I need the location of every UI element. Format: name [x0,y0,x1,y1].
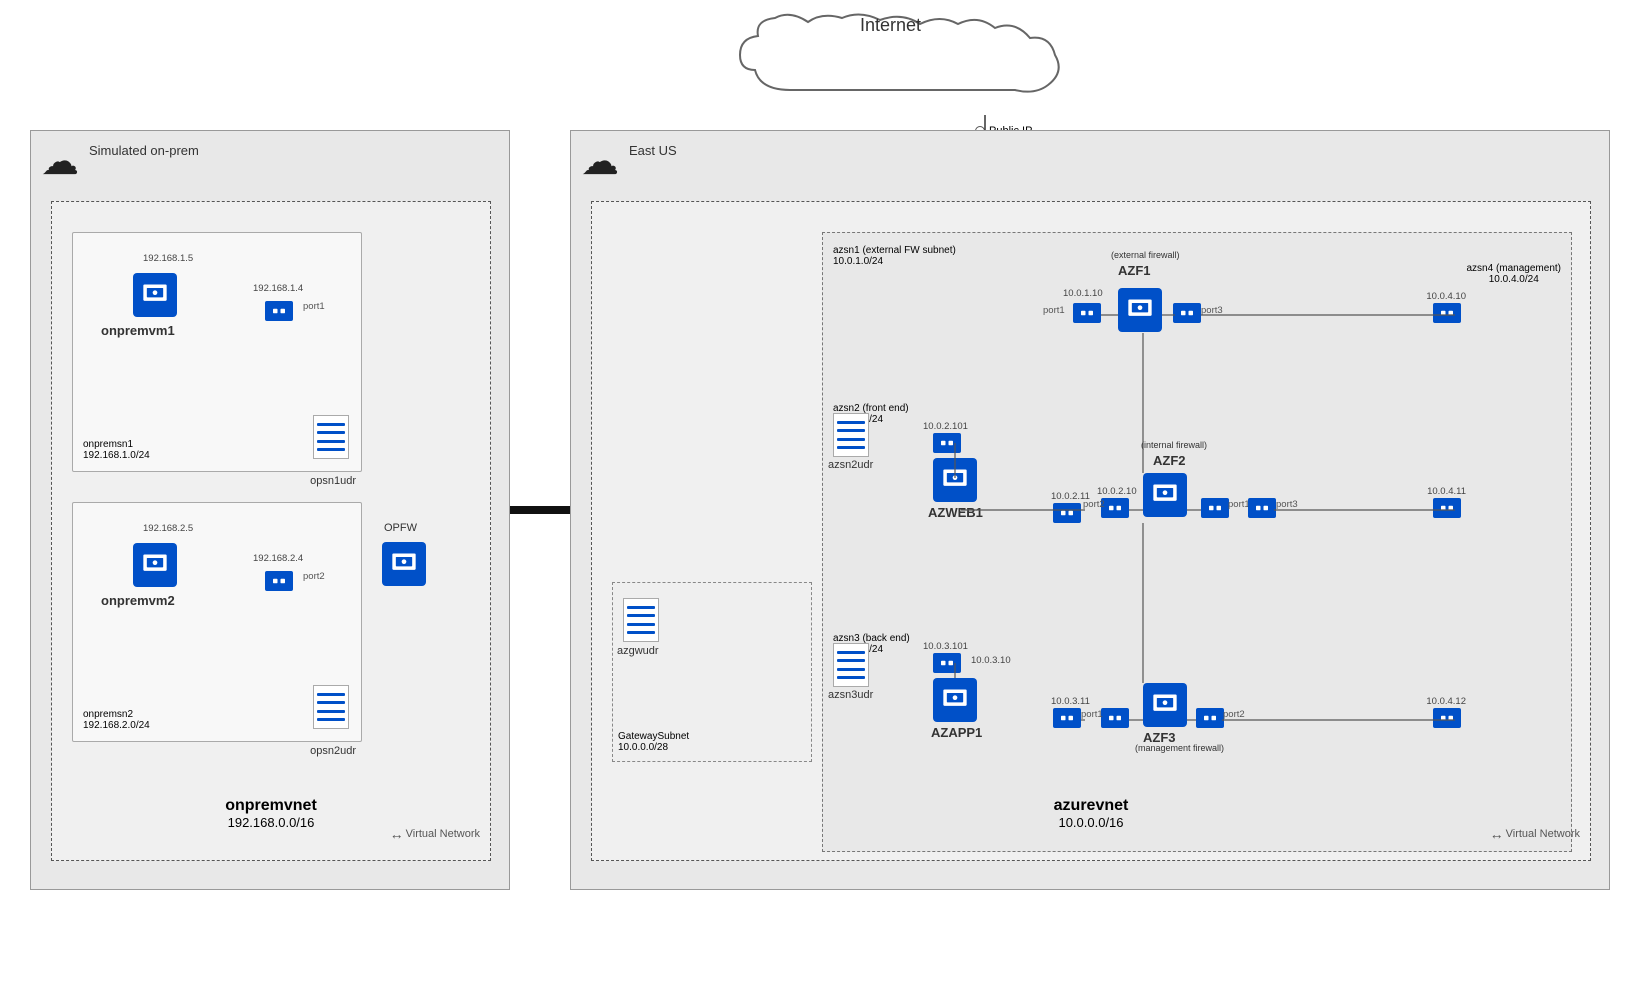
azsn3udr-label: azsn3udr [828,689,873,701]
onprem-vnet-label: onpremvnet 192.168.0.0/16 [225,797,317,830]
onprem-vnet-cidr: 192.168.0.0/16 [225,815,317,830]
azure-vnet-tag: ↔ Virtual Network [1490,826,1580,842]
onprem-port1-label: port1 [303,301,325,312]
azf2-nic-right [1433,498,1461,518]
region-azure: ☁ East US azgwudr GatewaySubnet [570,130,1610,890]
internet-section: Internet Public IP [720,10,1120,113]
azf1-nic-right [1433,303,1461,323]
azweb1-nic-lower [1053,503,1081,523]
azure-cloud-icon: ☁ [581,139,619,184]
azf2-port2-label: port2 [1083,499,1105,510]
opfw-vm-icon[interactable] [382,542,426,586]
azf1-port1-label: port1 [1043,305,1065,316]
azf2-ip-port2-in: 10.0.2.10 [1097,486,1137,497]
azf1-desc: (external firewall) [1111,250,1180,260]
azsn2udr-label: azsn2udr [828,459,873,471]
gateway-subnet-box: azgwudr GatewaySubnet 10.0.0.0/28 [612,582,812,762]
onprem-vm1-label: onpremvm1 [101,323,175,338]
azsn2udr-icon [833,413,869,457]
firewall-connections [823,233,1571,851]
azapp1-nic-upper [933,653,961,673]
azweb1-nic-upper [933,433,961,453]
azapp1-ip2: 10.0.3.10 [971,655,1011,666]
azf3-port1-label: port1 [1081,709,1103,720]
azapp1-ip3: 10.0.3.11 [1051,696,1090,707]
vm1-ip-label: 192.168.1.5 [143,253,193,264]
azure-vnet-box: azgwudr GatewaySubnet 10.0.0.0/28 [591,201,1591,861]
opfw-label: OPFW [384,522,417,534]
onprem-region-label: Simulated on-prem [89,143,199,160]
azure-vnet-label: azurevnet 10.0.0.0/16 [1054,797,1129,830]
azf3-nic-right [1433,708,1461,728]
azf1-ip-right: 10.0.4.10 [1426,291,1466,302]
onprem-vnet-tag-label: Virtual Network [406,828,480,840]
azsn3udr-icon [833,643,869,687]
onprem-vm2-icon[interactable] [133,543,177,587]
azweb1-vm-icon[interactable] [933,458,977,502]
onprem-udr2-label: opsn2udr [310,745,356,757]
azapp1-nic-lower [1053,708,1081,728]
azf1-nic-port3 [1173,303,1201,323]
onprem-cloud-icon: ☁ [41,139,79,184]
azsn1-label: azsn1 (external FW subnet) 10.0.1.0/24 [833,245,956,267]
azf2-desc: (internal firewall) [1141,440,1207,450]
gateway-subnet-label: GatewaySubnet 10.0.0.0/28 [618,731,689,753]
azsn4-label: azsn4 (management) 10.0.4.0/24 [1467,263,1562,285]
azgwudr-icon [623,598,659,642]
internet-label: Internet [860,15,921,36]
azweb1-ip1: 10.0.2.101 [923,421,968,432]
azf2-label: AZF2 [1153,453,1186,468]
azapp1-ip1: 10.0.3.101 [923,641,968,652]
onprem-vnet-tag: ↔ Virtual Network [390,826,480,842]
onprem-subnet2-box: 192.168.2.5 onpremvm2 192.168.2.4 port2 … [72,502,362,742]
azweb1-label: AZWEB1 [928,505,983,520]
azf1-vm-icon[interactable] [1118,288,1162,332]
azf1-port3-label: port3 [1201,305,1223,316]
onprem-subnet2-label: onpremsn2 192.168.2.0/24 [83,709,150,731]
onprem-port2-label: port2 [303,571,325,582]
nic2-ip-label: 192.168.2.4 [253,553,303,564]
vm2-ip-label: 192.168.2.5 [143,523,193,534]
diagram-container: Internet Public IP ☁ Simulated on-prem 1… [0,0,1639,1000]
azf3-nic-port1 [1101,708,1129,728]
azure-vnet-name: azurevnet [1054,797,1129,815]
azf1-label: AZF1 [1118,263,1151,278]
azf3-vm-icon[interactable] [1143,683,1187,727]
azapp1-vm-icon[interactable] [933,678,977,722]
region-onprem: ☁ Simulated on-prem 192.168.1.5 onpremvm… [30,130,510,890]
azgwudr-label: azgwudr [617,645,659,657]
azf1-ip1: 10.0.1.10 [1063,288,1103,299]
azapp1-label: AZAPP1 [931,725,982,740]
azf2-nic-port3 [1248,498,1276,518]
azf3-ip-right: 10.0.4.12 [1426,696,1466,707]
azf3-nic-port2 [1196,708,1224,728]
azf2-vm-icon[interactable] [1143,473,1187,517]
onprem-vnet-box: 192.168.1.5 onpremvm1 192.168.1.4 port1 … [51,201,491,861]
gateway-subnet-cidr: 10.0.0.0/28 [618,742,668,753]
onprem-udr1-label: opsn1udr [310,475,356,487]
onprem-vm2-label: onpremvm2 [101,593,175,608]
onprem-nic1-icon [265,301,293,321]
onprem-nic2-icon [265,571,293,591]
azure-vnet-tag-label: Virtual Network [1506,828,1580,840]
onprem-subnet1-box: 192.168.1.5 onpremvm1 192.168.1.4 port1 … [72,232,362,472]
onprem-udr2-icon [313,685,349,729]
azf3-port2-label: port2 [1223,709,1245,720]
gateway-subnet-name: GatewaySubnet [618,731,689,742]
azf2-nic-port2 [1101,498,1129,518]
onprem-subnet1-label: onpremsn1 192.168.1.0/24 [83,439,150,461]
onprem-vnet-name: onpremvnet [225,797,317,815]
azf2-nic-port1 [1201,498,1229,518]
nic1-ip-label: 192.168.1.4 [253,283,303,294]
azf3-desc: (management firewall) [1135,743,1224,753]
azf2-port3-label: port3 [1276,499,1298,510]
azf2-port1-label: port1 [1228,499,1250,510]
onprem-udr1-icon [313,415,349,459]
azure-region-label: East US [629,143,677,158]
azf2-ip-right: 10.0.4.11 [1427,486,1466,497]
firewall-main-box: azsn1 (external FW subnet) 10.0.1.0/24 1… [822,232,1572,852]
azure-vnet-cidr: 10.0.0.0/16 [1054,815,1129,830]
azf1-nic-port1 [1073,303,1101,323]
onprem-vm1-icon[interactable] [133,273,177,317]
